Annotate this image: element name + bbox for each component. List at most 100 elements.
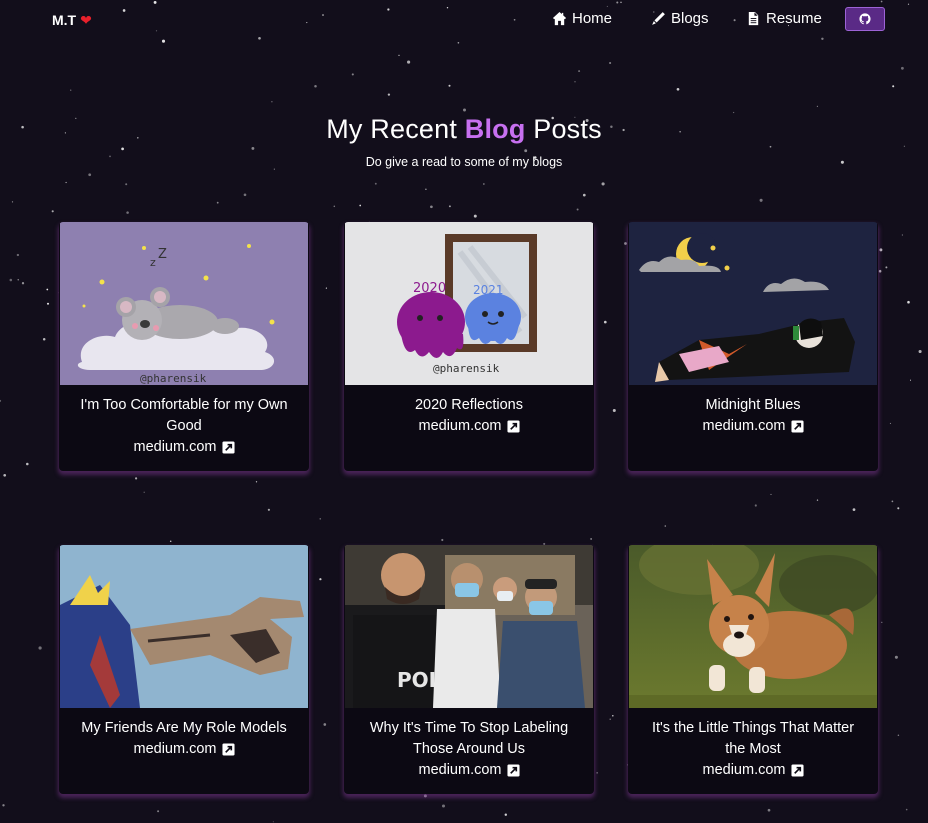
blog-title: 2020 Reflections bbox=[414, 397, 523, 413]
blog-source-label: medium.com bbox=[702, 762, 786, 778]
star bbox=[314, 84, 317, 88]
star bbox=[457, 41, 460, 44]
star bbox=[3, 473, 7, 477]
star bbox=[483, 183, 485, 185]
star bbox=[333, 205, 336, 208]
blog-card[interactable]: z Z @pharensik I'm Too Comfortable for m… bbox=[59, 222, 309, 471]
star bbox=[398, 54, 400, 56]
star bbox=[216, 201, 219, 204]
star bbox=[676, 87, 680, 91]
blog-card[interactable]: POLI Why It's Time To Stop Labeling Thos… bbox=[344, 545, 594, 794]
star bbox=[624, 242, 627, 245]
star bbox=[897, 507, 900, 510]
star bbox=[430, 205, 433, 209]
star bbox=[852, 508, 856, 511]
blog-thumbnail bbox=[60, 545, 308, 708]
blog-card[interactable]: Midnight Blues medium.com bbox=[628, 222, 878, 471]
brand-logo[interactable]: M.T ❤ bbox=[52, 12, 92, 28]
star bbox=[374, 182, 377, 185]
star bbox=[576, 208, 579, 211]
title-after: Posts bbox=[525, 114, 602, 144]
page-title: My Recent Blog Posts bbox=[0, 114, 928, 145]
nav-home-link[interactable]: Home bbox=[552, 10, 612, 27]
nav-resume-link[interactable]: Resume bbox=[746, 10, 822, 27]
blog-source-link[interactable]: medium.com bbox=[134, 437, 235, 458]
nav-blogs-label: Blogs bbox=[671, 10, 709, 27]
blog-title: Midnight Blues bbox=[705, 397, 801, 413]
star bbox=[325, 287, 327, 289]
star bbox=[125, 183, 128, 186]
blog-source-link[interactable]: medium.com bbox=[419, 416, 520, 437]
star bbox=[448, 205, 451, 208]
star bbox=[603, 320, 607, 324]
star bbox=[243, 193, 247, 197]
external-link-icon bbox=[790, 420, 804, 433]
blog-thumbnail: POLI bbox=[345, 545, 593, 708]
thumbnail-caption: @pharensik bbox=[433, 362, 500, 375]
star bbox=[816, 105, 819, 108]
star bbox=[891, 500, 894, 503]
star bbox=[387, 93, 391, 96]
blog-card[interactable]: It's the Little Things That Matter the M… bbox=[628, 545, 878, 794]
group-photo-image: POLI bbox=[345, 545, 593, 708]
star bbox=[664, 525, 667, 527]
star bbox=[9, 278, 13, 282]
blog-card[interactable]: 2020 2021 @pharensik 2020 Reflections me… bbox=[344, 222, 594, 471]
star bbox=[21, 282, 25, 285]
star bbox=[596, 772, 598, 774]
star bbox=[38, 646, 42, 650]
star bbox=[578, 70, 581, 73]
title-before: My Recent bbox=[326, 114, 465, 144]
github-button[interactable] bbox=[845, 7, 885, 31]
external-link-icon bbox=[790, 764, 804, 777]
svg-text:Z: Z bbox=[158, 247, 167, 262]
star bbox=[271, 101, 273, 103]
star bbox=[609, 718, 611, 721]
star bbox=[251, 146, 255, 150]
star bbox=[448, 84, 451, 87]
external-link-icon bbox=[221, 441, 235, 454]
blog-card[interactable]: My Friends Are My Role Models medium.com bbox=[59, 545, 309, 794]
star bbox=[46, 302, 50, 305]
star bbox=[582, 193, 586, 197]
star bbox=[26, 462, 29, 466]
external-link-icon bbox=[221, 743, 235, 756]
blog-source-link[interactable]: medium.com bbox=[703, 760, 804, 781]
star bbox=[905, 808, 908, 811]
blog-title: I'm Too Comfortable for my Own Good bbox=[80, 397, 288, 434]
svg-text:z: z bbox=[150, 256, 156, 269]
star bbox=[423, 794, 427, 798]
nav-resume-label: Resume bbox=[766, 10, 822, 27]
blog-source-link[interactable]: medium.com bbox=[419, 760, 520, 781]
night-sky-illustration bbox=[629, 222, 877, 385]
star bbox=[17, 279, 19, 281]
brand-text: M.T bbox=[52, 12, 77, 28]
external-link-icon bbox=[506, 420, 520, 433]
star bbox=[907, 300, 910, 304]
blog-source-link[interactable]: medium.com bbox=[703, 416, 804, 437]
star bbox=[767, 808, 771, 812]
blog-thumbnail: 2020 2021 @pharensik bbox=[345, 222, 593, 385]
star bbox=[574, 81, 576, 83]
star bbox=[754, 504, 757, 507]
star bbox=[816, 499, 819, 501]
star bbox=[900, 66, 904, 70]
star bbox=[169, 540, 172, 542]
star bbox=[759, 198, 763, 202]
star bbox=[897, 734, 900, 737]
star bbox=[609, 61, 612, 65]
star bbox=[918, 349, 922, 354]
blog-source-label: medium.com bbox=[133, 439, 217, 455]
blog-source-link[interactable]: medium.com bbox=[134, 739, 235, 760]
blog-thumbnail bbox=[629, 222, 877, 385]
star bbox=[504, 813, 507, 816]
star bbox=[359, 204, 362, 207]
star bbox=[590, 538, 592, 540]
star bbox=[524, 149, 528, 153]
star bbox=[0, 399, 2, 402]
star bbox=[441, 538, 444, 542]
nav-blogs-link[interactable]: Blogs bbox=[651, 10, 709, 27]
star bbox=[901, 234, 904, 236]
star bbox=[51, 210, 54, 213]
anime-pointing-illustration bbox=[60, 545, 308, 708]
